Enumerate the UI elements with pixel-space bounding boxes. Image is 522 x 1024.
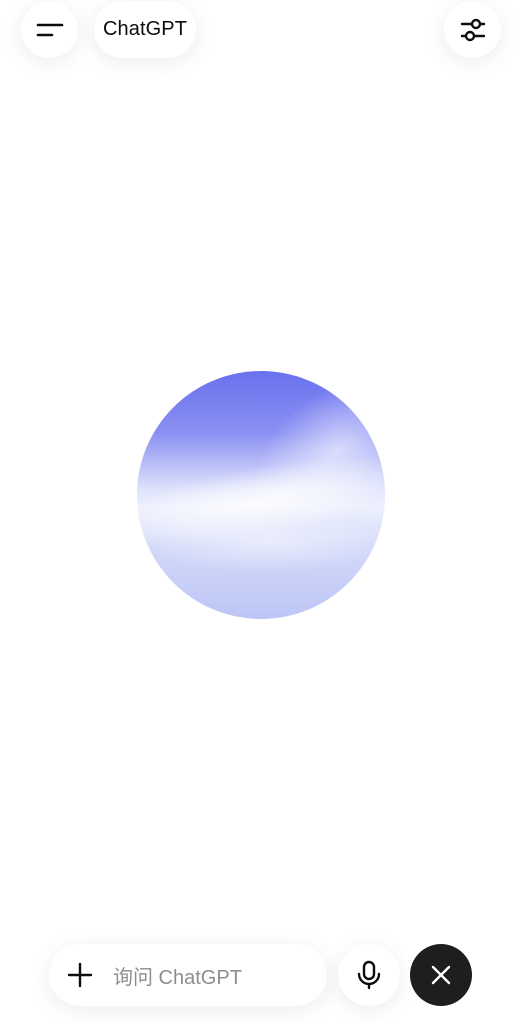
close-button[interactable]	[410, 944, 472, 1006]
settings-button[interactable]	[444, 1, 501, 58]
voice-orb	[137, 371, 385, 619]
sliders-icon	[459, 16, 487, 44]
input-placeholder: 询问 ChatGPT	[113, 966, 242, 989]
menu-icon	[36, 20, 64, 40]
microphone-button[interactable]	[338, 944, 400, 1006]
voice-mode-screen: ChatGPT 询问 ChatGPT	[0, 0, 522, 1024]
title-text: ChatGPT	[102, 18, 188, 40]
microphone-icon	[356, 960, 382, 990]
menu-button[interactable]	[21, 1, 78, 58]
message-input[interactable]: 询问 ChatGPT	[49, 944, 327, 1006]
close-icon	[430, 964, 452, 986]
plus-icon[interactable]	[67, 962, 93, 988]
model-title[interactable]: ChatGPT	[94, 1, 196, 58]
